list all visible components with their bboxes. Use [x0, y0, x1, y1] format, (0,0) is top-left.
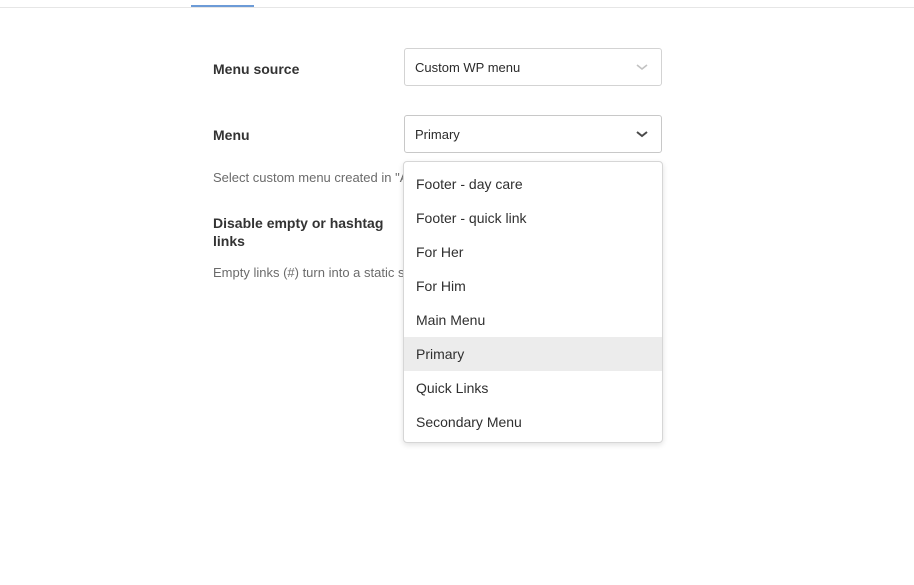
menu-source-value: Custom WP menu [415, 60, 521, 75]
settings-panel: Menu source Custom WP menu Menu Primary … [0, 0, 914, 585]
disable-links-label-line1: Disable empty or hashtag [213, 215, 384, 231]
dropdown-option[interactable]: Quick Links [404, 371, 662, 405]
menu-help-text: Select custom menu created in "A [213, 170, 403, 185]
dropdown-option[interactable]: Secondary Menu [404, 405, 662, 439]
menu-value: Primary [415, 127, 460, 142]
disable-links-label-line2: links [213, 233, 245, 249]
menu-dropdown-list: Footer - day care Footer - quick link Fo… [403, 161, 663, 443]
chevron-down-icon [636, 131, 648, 138]
dropdown-option-selected[interactable]: Primary [404, 337, 662, 371]
disable-links-label: Disable empty or hashtag links [213, 214, 383, 250]
dropdown-option[interactable]: Main Menu [404, 303, 662, 337]
dropdown-option[interactable]: Footer - quick link [404, 201, 662, 235]
menu-select[interactable]: Primary [404, 115, 662, 153]
disable-links-help-text: Empty links (#) turn into a static s [213, 265, 403, 280]
chevron-down-icon [636, 64, 648, 71]
dropdown-option[interactable]: Footer - day care [404, 167, 662, 201]
dropdown-option[interactable]: For Him [404, 269, 662, 303]
active-tab-indicator [191, 5, 254, 7]
menu-source-label: Menu source [213, 61, 300, 77]
dropdown-option[interactable]: For Her [404, 235, 662, 269]
tab-bar [0, 0, 914, 8]
menu-source-select[interactable]: Custom WP menu [404, 48, 662, 86]
menu-label: Menu [213, 127, 250, 143]
